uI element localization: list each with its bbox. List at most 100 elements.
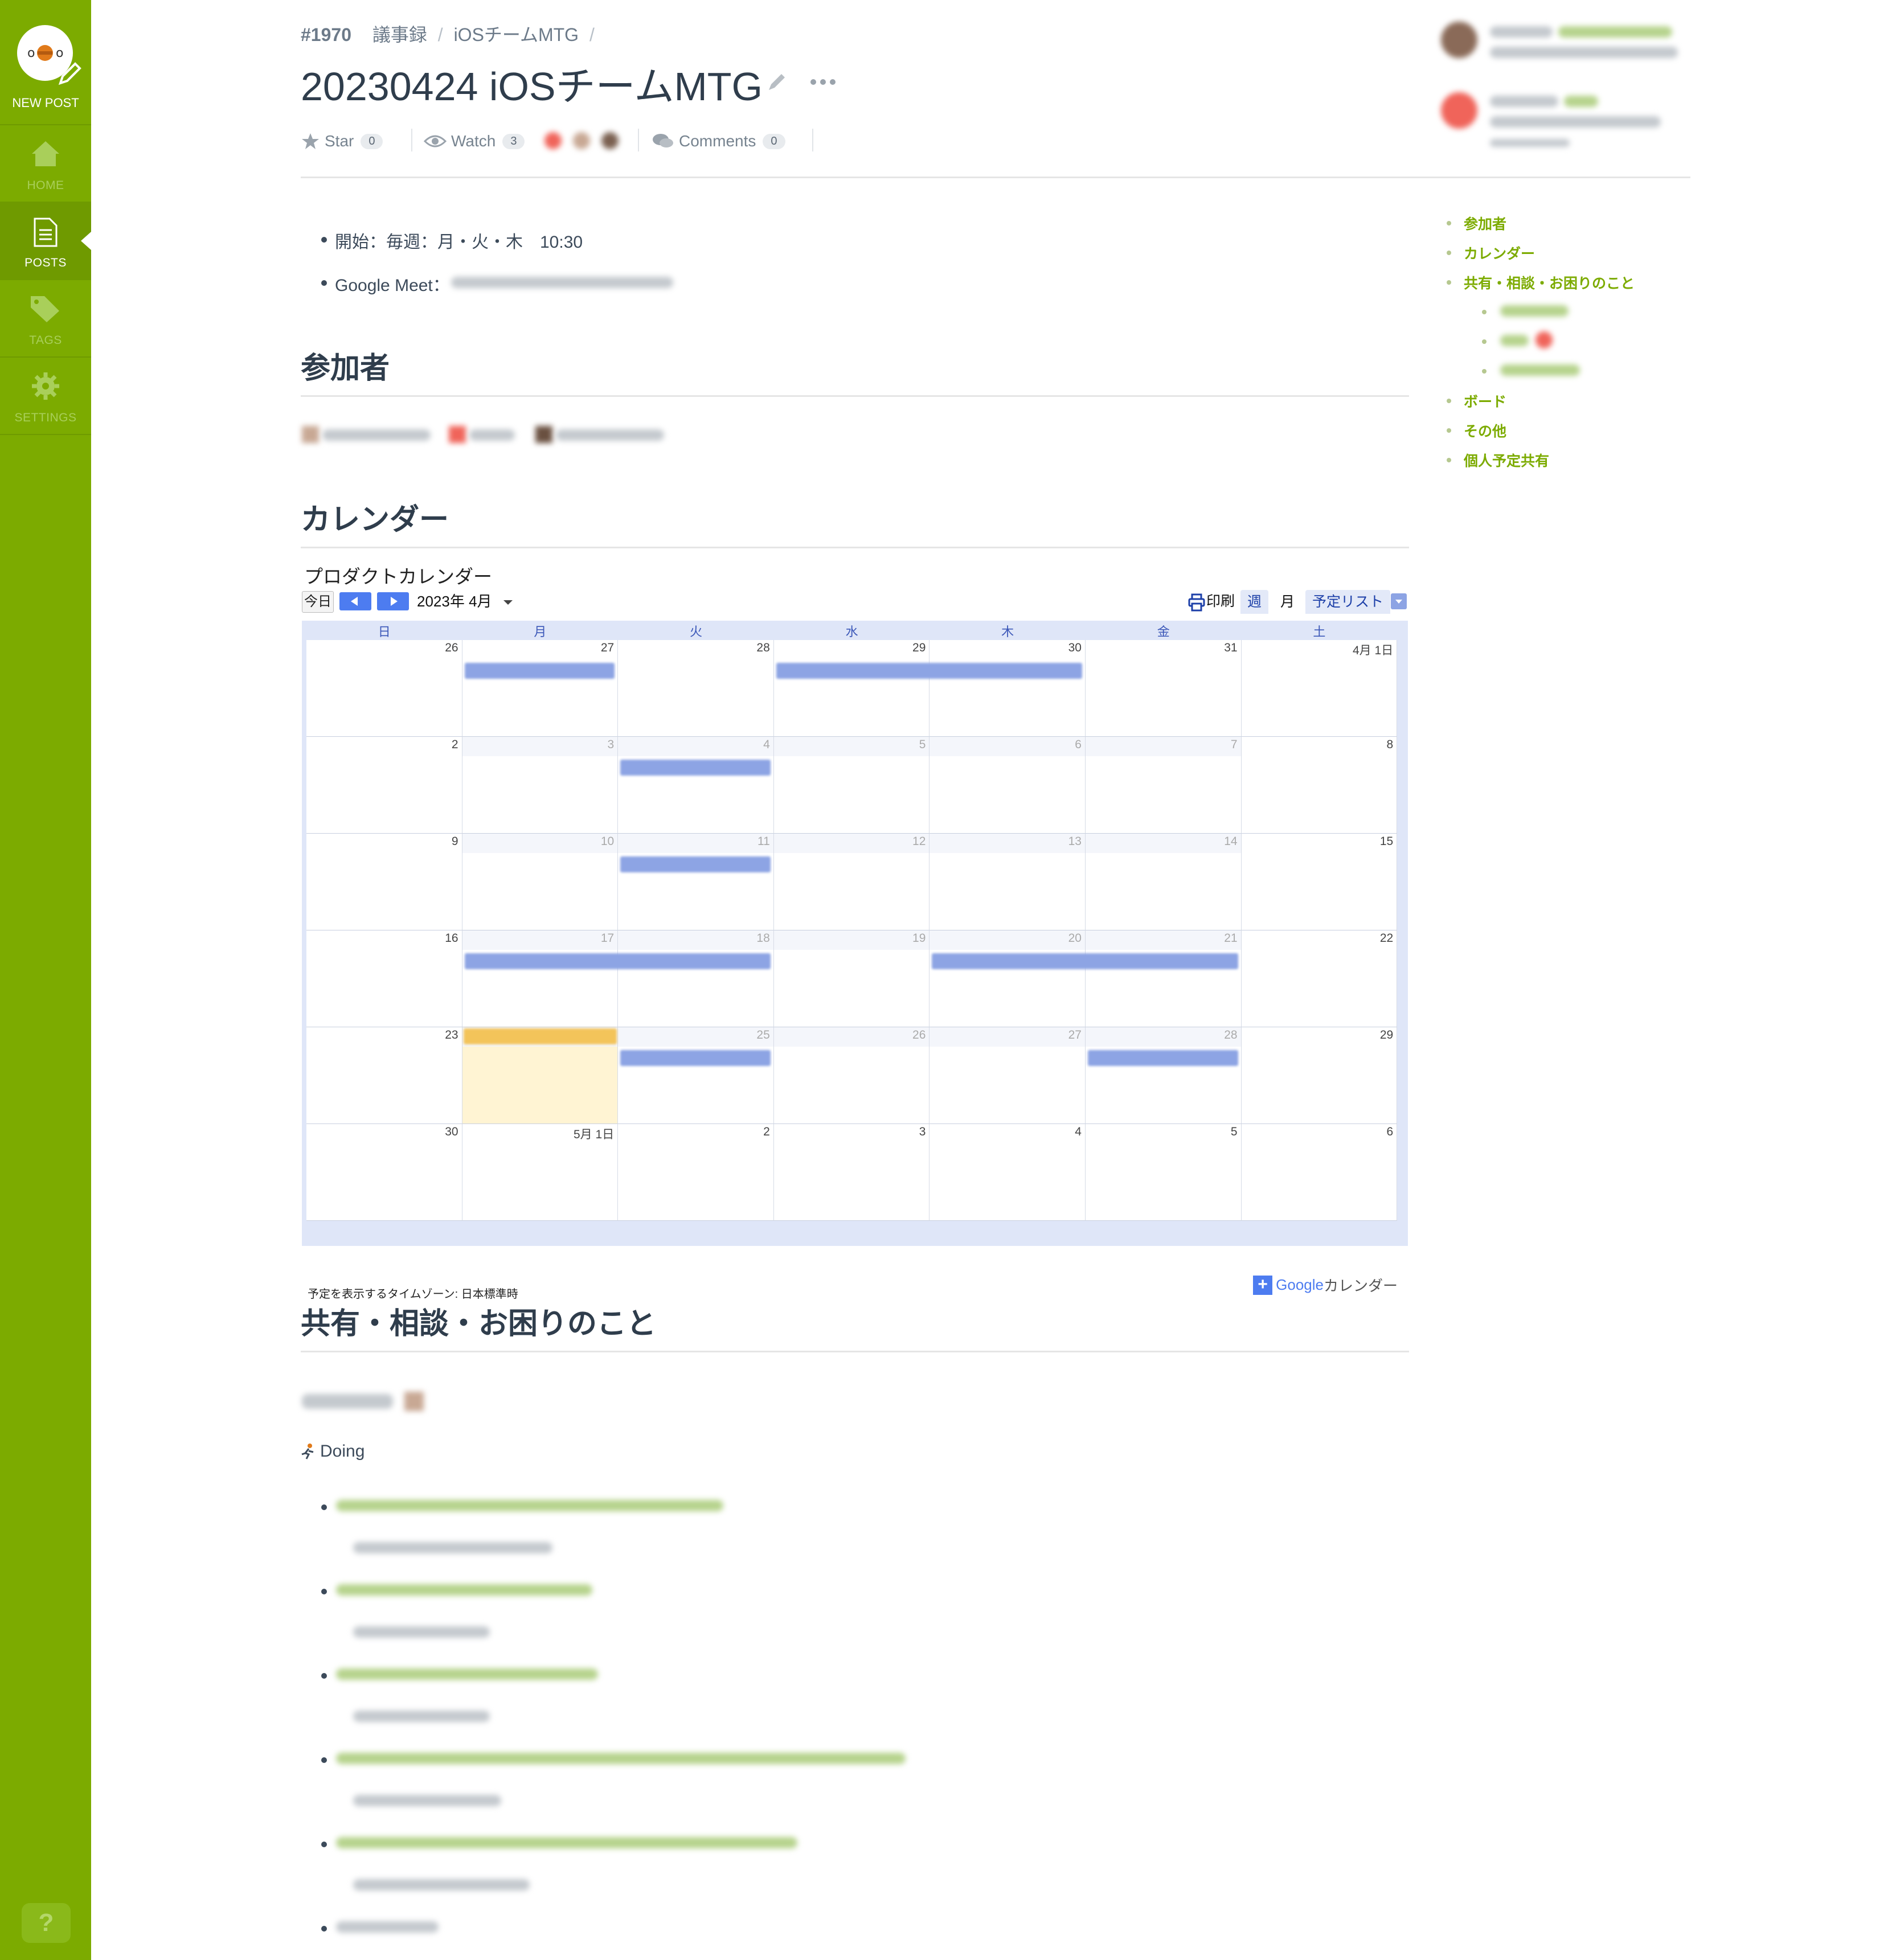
more-menu-icon[interactable] xyxy=(809,77,837,87)
calendar-day-cell[interactable]: 22 xyxy=(1241,930,1398,1027)
calendar-day-cell[interactable]: 5月 1日 xyxy=(462,1124,619,1221)
toc-item[interactable]: その他 xyxy=(1464,420,1506,441)
watcher-avatar[interactable] xyxy=(573,132,590,149)
list-item[interactable] xyxy=(336,1837,797,1848)
list-item[interactable] xyxy=(336,1500,723,1511)
day-number: 27 xyxy=(600,641,615,654)
calendar-day-cell[interactable]: 18 xyxy=(618,930,774,1027)
calendar-day-cell[interactable]: 5 xyxy=(773,737,930,834)
calendar-options-button[interactable] xyxy=(1391,593,1407,609)
list-item[interactable] xyxy=(336,1584,592,1596)
author-avatar[interactable] xyxy=(1441,22,1477,58)
calendar-day-cell[interactable]: 13 xyxy=(929,834,1086,930)
calendar-day-cell[interactable]: 28 xyxy=(1086,1027,1242,1124)
tab-week[interactable]: 週 xyxy=(1240,590,1269,614)
calendar-event[interactable] xyxy=(464,953,771,969)
help-button[interactable]: ? xyxy=(22,1903,71,1943)
nav-settings[interactable]: SETTINGS xyxy=(0,358,91,435)
today-button[interactable]: 今日 xyxy=(302,591,334,613)
tab-agenda[interactable]: 予定リスト xyxy=(1305,590,1391,614)
calendar-event[interactable] xyxy=(620,760,771,776)
list-item[interactable] xyxy=(336,1753,906,1764)
calendar-day-cell[interactable]: 10 xyxy=(462,834,619,930)
calendar-day-cell[interactable]: 8 xyxy=(1241,737,1398,834)
calendar-day-cell[interactable]: 7 xyxy=(1086,737,1242,834)
calendar-day-cell[interactable]: 26 xyxy=(306,640,462,737)
day-number: 26 xyxy=(445,641,458,654)
calendar-day-cell[interactable]: 4 xyxy=(618,737,774,834)
watcher-avatar[interactable] xyxy=(544,132,562,149)
calendar-day-cell[interactable]: 3 xyxy=(773,1124,930,1221)
calendar-day-cell[interactable]: 4月 1日 xyxy=(1241,640,1398,737)
calendar-event[interactable] xyxy=(932,953,1238,969)
google-calendar-link[interactable]: + Google カレンダー xyxy=(1253,1274,1398,1295)
calendar-day-cell[interactable]: 20 xyxy=(929,930,1086,1027)
calendar-day-cell[interactable]: 29 xyxy=(773,640,930,737)
participant-avatar xyxy=(449,426,466,443)
next-month-button[interactable] xyxy=(377,592,409,610)
nav-tags[interactable]: TAGS xyxy=(0,280,91,358)
breadcrumb-subcategory[interactable]: iOSチームMTG xyxy=(454,24,579,45)
meta-google-meet: Google Meet： xyxy=(335,276,450,295)
list-item xyxy=(353,1542,552,1553)
calendar-event[interactable] xyxy=(620,1050,771,1066)
list-item[interactable] xyxy=(336,1668,598,1680)
calendar-day-cell[interactable]: 6 xyxy=(929,737,1086,834)
print-button[interactable]: 印刷 xyxy=(1206,591,1235,612)
day-number: 9 xyxy=(451,835,458,848)
calendar-day-cell[interactable]: 23 xyxy=(306,1027,462,1124)
calendar-day-cell[interactable]: 28 xyxy=(618,640,774,737)
calendar-day-cell[interactable]: 17 xyxy=(462,930,619,1027)
toc-item[interactable]: 個人予定共有 xyxy=(1464,450,1549,470)
calendar-day-cell[interactable]: 16 xyxy=(306,930,462,1027)
calendar-day-cell[interactable]: 25 xyxy=(618,1027,774,1124)
prev-month-button[interactable] xyxy=(339,592,371,610)
tab-month[interactable]: 月 xyxy=(1274,590,1302,614)
calendar-day-cell[interactable]: 2 xyxy=(618,1124,774,1221)
calendar-day-cell[interactable]: 12 xyxy=(773,834,930,930)
day-number: 13 xyxy=(1068,835,1082,848)
calendar-event[interactable] xyxy=(776,663,1082,679)
calendar-day-cell[interactable]: 6 xyxy=(1241,1124,1398,1221)
weekday-header: 月 xyxy=(534,625,547,639)
nav-posts[interactable]: POSTS xyxy=(0,203,91,280)
calendar-day-cell[interactable]: 15 xyxy=(1241,834,1398,930)
day-number: 31 xyxy=(1224,641,1238,654)
meet-link[interactable] xyxy=(451,277,673,288)
calendar-day-cell[interactable]: 14 xyxy=(1086,834,1242,930)
calendar-day-cell[interactable]: 30 xyxy=(306,1124,462,1221)
watch-button[interactable]: Watch 3 xyxy=(424,130,525,153)
calendar-day-cell[interactable]: 21 xyxy=(1086,930,1242,1027)
toc-item[interactable]: カレンダー xyxy=(1464,243,1535,263)
watcher-avatar[interactable] xyxy=(601,132,619,149)
calendar-event[interactable] xyxy=(464,663,615,679)
calendar-day-cell[interactable]: 26 xyxy=(773,1027,930,1124)
editor-avatar[interactable] xyxy=(1441,92,1477,129)
current-month[interactable]: 2023年 4月 xyxy=(417,591,492,612)
chevron-down-icon[interactable] xyxy=(502,599,514,606)
calendar-day-cell[interactable]: 27 xyxy=(929,1027,1086,1124)
edit-icon[interactable] xyxy=(767,72,787,92)
calendar-day-cell[interactable]: 2 xyxy=(306,737,462,834)
calendar-day-cell[interactable]: 11 xyxy=(618,834,774,930)
print-icon[interactable] xyxy=(1188,593,1205,612)
calendar-event[interactable] xyxy=(1088,1050,1238,1066)
calendar-day-cell[interactable]: 30 xyxy=(929,640,1086,737)
calendar-day-cell[interactable]: 4 xyxy=(929,1124,1086,1221)
calendar-day-cell[interactable]: 9 xyxy=(306,834,462,930)
calendar-day-cell[interactable]: 3 xyxy=(462,737,619,834)
calendar-day-cell[interactable]: 5 xyxy=(1086,1124,1242,1221)
toc-item[interactable]: 共有・相談・お困りのこと xyxy=(1464,272,1635,293)
breadcrumb-category[interactable]: 議事録 xyxy=(372,24,427,45)
calendar-event[interactable] xyxy=(620,856,771,872)
comments-button[interactable]: Comments 0 xyxy=(652,130,785,153)
star-button[interactable]: Star 0 xyxy=(301,130,383,153)
nav-home[interactable]: HOME xyxy=(0,125,91,203)
calendar-day-cell[interactable]: 31 xyxy=(1086,640,1242,737)
toc-item[interactable]: 参加者 xyxy=(1464,213,1506,233)
new-post-button[interactable]: o o NEW POST xyxy=(0,0,91,125)
calendar-day-cell[interactable]: 27 xyxy=(462,640,619,737)
toc-item[interactable]: ボード xyxy=(1464,391,1506,411)
calendar-day-cell[interactable]: 19 xyxy=(773,930,930,1027)
calendar-day-cell[interactable]: 29 xyxy=(1241,1027,1398,1124)
